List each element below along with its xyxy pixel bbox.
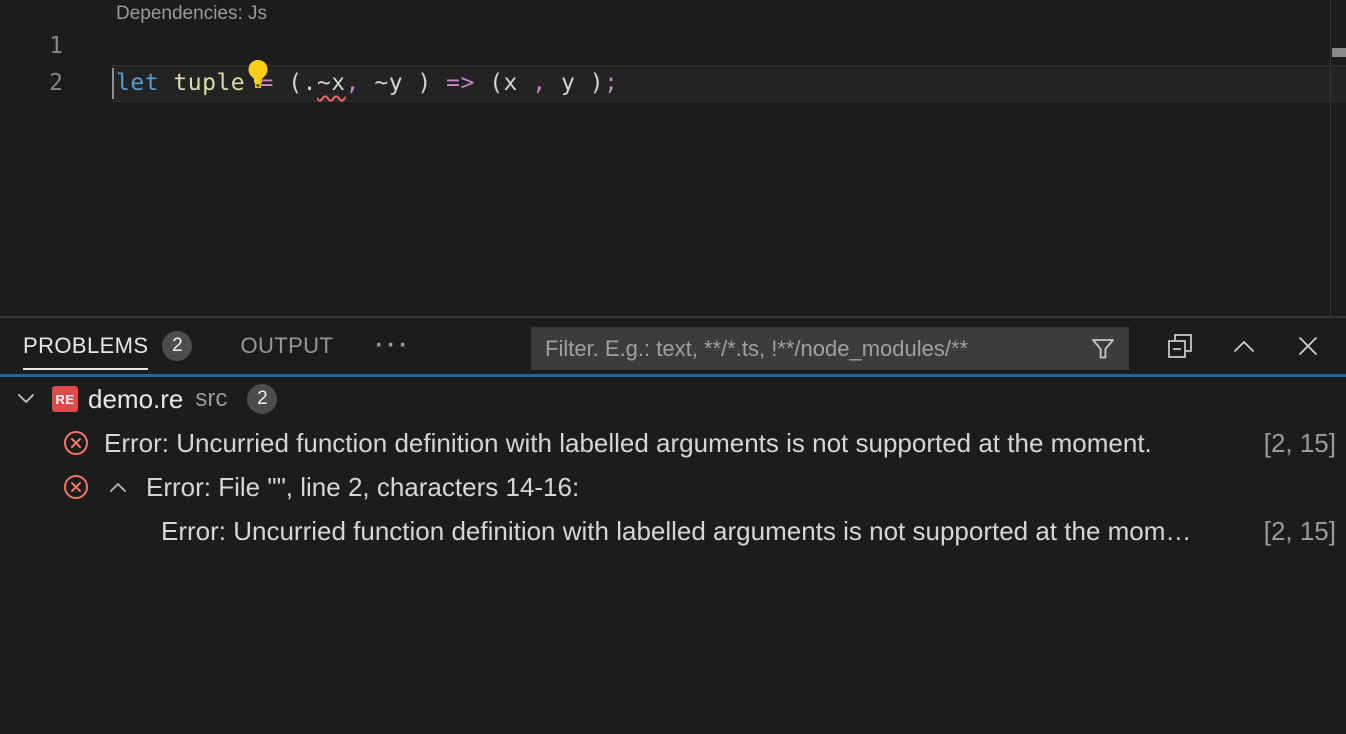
text-cursor	[112, 68, 114, 99]
error-icon	[63, 430, 89, 456]
tab-output-label: OUTPUT	[240, 333, 333, 359]
line-number-2: 2	[0, 65, 63, 102]
problems-file-row[interactable]: RE demo.re src 2	[0, 377, 1346, 421]
filter-icon[interactable]	[1089, 335, 1117, 363]
code-token	[475, 70, 489, 96]
tab-problems[interactable]: PROBLEMS	[23, 318, 148, 374]
problem-row-1[interactable]: Error: Uncurried function definition wit…	[0, 421, 1346, 465]
code-token-error: ~x	[317, 70, 346, 96]
panel-action-icons	[1166, 318, 1322, 374]
problems-list: RE demo.re src 2 Error: Uncurried functi…	[0, 377, 1346, 553]
overview-ruler-border	[1330, 0, 1331, 316]
reason-file-icon: RE	[52, 386, 78, 412]
file-error-count-badge: 2	[247, 384, 277, 414]
code-token: tuple	[173, 70, 245, 96]
file-path: src	[195, 385, 227, 413]
code-token	[360, 70, 374, 96]
code-token: let	[116, 70, 159, 96]
chevron-down-icon[interactable]	[14, 387, 38, 411]
problems-count-badge: 2	[162, 331, 192, 361]
problem-row-2[interactable]: Error: File "", line 2, characters 14-16…	[0, 465, 1346, 509]
more-actions-icon[interactable]: ···	[375, 332, 411, 360]
problem-position: [2, 15]	[1248, 516, 1346, 547]
code-token: (x	[489, 70, 518, 96]
panel-header: PROBLEMS 2 OUTPUT ···	[0, 318, 1346, 377]
file-name: demo.re	[88, 384, 183, 415]
close-panel-icon[interactable]	[1294, 332, 1322, 360]
active-tab-underline	[23, 368, 148, 370]
restore-panel-icon[interactable]	[1166, 332, 1194, 360]
code-token: )	[417, 70, 431, 96]
code-token: ,	[532, 70, 546, 96]
code-token: ~y	[374, 70, 403, 96]
code-token: =>	[446, 70, 475, 96]
code-token	[575, 70, 589, 96]
tab-problems-label: PROBLEMS	[23, 333, 148, 359]
vscode-window: Dependencies: Js 1 2 let tuple = (.~x, ~…	[0, 0, 1346, 734]
codelens-dependencies[interactable]: Dependencies: Js	[116, 3, 267, 25]
code-editor[interactable]: Dependencies: Js 1 2 let tuple = (.~x, ~…	[0, 0, 1346, 316]
problems-filter-box	[531, 327, 1129, 370]
code-token: ;	[604, 70, 618, 96]
code-token: (.	[288, 70, 317, 96]
code-line-1	[116, 28, 202, 65]
code-token	[547, 70, 561, 96]
code-token	[159, 70, 173, 96]
code-token	[403, 70, 417, 96]
code-token	[518, 70, 532, 96]
scrollbar-marker[interactable]	[1332, 48, 1346, 57]
line-number-1: 1	[0, 28, 63, 65]
problem-message: Error: Uncurried function definition wit…	[104, 428, 1152, 459]
filter-input[interactable]	[531, 336, 1089, 362]
tab-output[interactable]: OUTPUT	[240, 318, 333, 374]
code-token	[274, 70, 288, 96]
code-line-2-content: let tuple = (.~x, ~y ) => (x , y );	[116, 65, 618, 102]
bottom-panel: PROBLEMS 2 OUTPUT ···	[0, 316, 1346, 734]
code-token	[245, 70, 259, 96]
code-token: ,	[346, 70, 360, 96]
problem-row-3[interactable]: Error: Uncurried function definition wit…	[0, 509, 1346, 553]
maximize-panel-icon[interactable]	[1230, 332, 1258, 360]
problem-related-message: Error: Uncurried function definition wit…	[161, 516, 1191, 547]
code-token: )	[590, 70, 604, 96]
problem-position: [2, 15]	[1248, 428, 1346, 459]
chevron-up-icon[interactable]	[105, 474, 131, 500]
code-token: =	[260, 70, 274, 96]
error-icon	[63, 474, 89, 500]
code-token: y	[561, 70, 575, 96]
code-token	[432, 70, 446, 96]
problem-message: Error: File "", line 2, characters 14-16…	[146, 472, 579, 503]
